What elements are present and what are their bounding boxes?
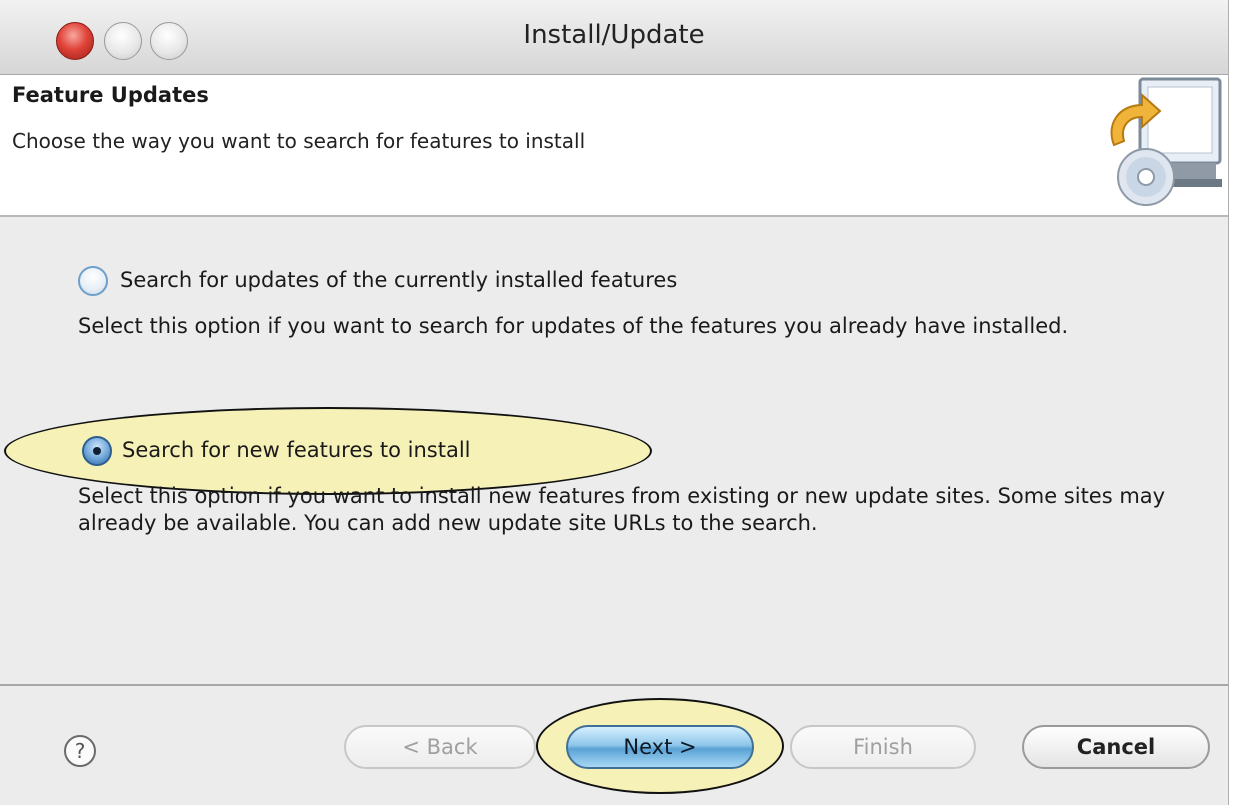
option-description-search-updates: Select this option if you want to search…	[78, 314, 1069, 338]
radio-search-updates[interactable]	[78, 266, 108, 296]
wizard-header: Feature Updates Choose the way you want …	[0, 75, 1228, 217]
page-description: Choose the way you want to search for fe…	[12, 129, 586, 153]
finish-button[interactable]: Finish	[790, 725, 976, 769]
install-update-computer-cd-icon	[1110, 77, 1222, 206]
back-button[interactable]: < Back	[344, 725, 536, 769]
radio-search-new-features[interactable]	[82, 436, 112, 466]
help-icon[interactable]: ?	[64, 735, 96, 767]
title-bar[interactable]: Install/Update	[0, 0, 1228, 75]
cancel-button[interactable]: Cancel	[1022, 725, 1210, 769]
option-label-search-updates[interactable]: Search for updates of the currently inst…	[120, 268, 677, 292]
option-description-search-new-features: Select this option if you want to instal…	[78, 484, 1166, 535]
page-title: Feature Updates	[12, 83, 209, 107]
install-update-dialog: Install/Update Feature Updates Choose th…	[0, 0, 1229, 805]
next-button[interactable]: Next >	[566, 725, 754, 769]
window-title: Install/Update	[523, 20, 705, 50]
wizard-content: Search for updates of the currently inst…	[0, 217, 1228, 685]
option-label-search-new-features[interactable]: Search for new features to install	[122, 438, 471, 462]
button-bar-separator	[0, 684, 1228, 686]
